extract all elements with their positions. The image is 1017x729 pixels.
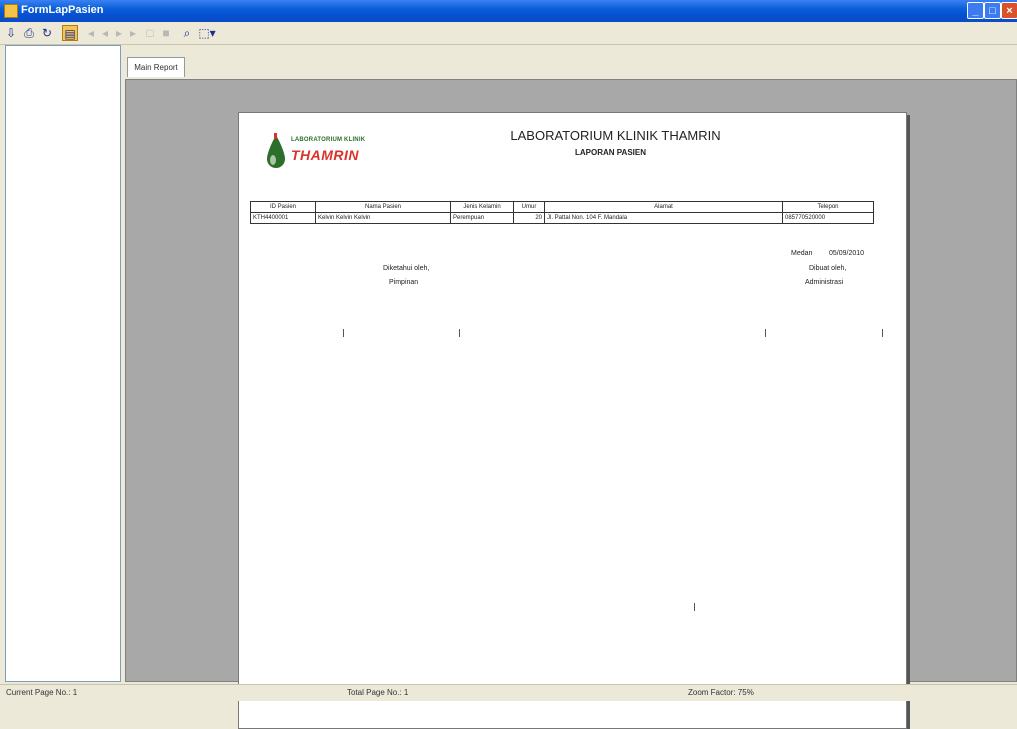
last-page-icon[interactable]: ▸ [128, 25, 138, 41]
signature-mark [765, 329, 766, 337]
maximize-button[interactable]: □ [984, 2, 1001, 19]
toggle-tree-icon[interactable]: ▤ [62, 25, 78, 41]
tab-strip: Main Report [123, 57, 1017, 79]
cell-id: KTH4400001 [250, 212, 316, 224]
export-icon[interactable]: ⇩ [4, 25, 18, 41]
prev-page-icon[interactable]: ◂ [100, 25, 110, 41]
report-date: 05/09/2010 [829, 250, 865, 257]
place-label: Medan [791, 250, 813, 257]
first-page-icon[interactable]: ◂ [86, 25, 96, 41]
close-button[interactable]: × [1001, 2, 1017, 19]
col-alamat: Alamat [544, 201, 783, 213]
print-icon[interactable]: ⎙ [22, 25, 36, 41]
next-page-icon[interactable]: ▸ [114, 25, 124, 41]
right-signature-line2: Administrasi [805, 279, 844, 286]
cell-umur: 20 [513, 212, 545, 224]
group-tree-panel[interactable] [5, 45, 121, 682]
refresh-icon[interactable]: ↻ [40, 25, 54, 41]
stop-icon[interactable]: ■ [160, 25, 172, 41]
col-jk: Jenis Kelamin [450, 201, 514, 213]
report-subtitle: LAPORAN PASIEN [575, 148, 646, 157]
signature-mark [459, 329, 460, 337]
app-icon [4, 4, 18, 18]
report-title: LABORATORIUM KLINIK THAMRIN [510, 128, 721, 143]
minimize-button[interactable]: _ [967, 2, 984, 19]
report-toolbar: ⇩ ⎙ ↻ ▤ ◂ ◂ ▸ ▸ □ ■ ⌕ ⬚▾ [0, 22, 1017, 45]
cell-alamat: Jl. Pattal Non. 104 F. Mandala [544, 212, 783, 224]
title-bar: FormLapPasien _ □ × [0, 0, 1017, 22]
left-signature-line2: Pimpinan [389, 279, 419, 286]
signature-mark [343, 329, 344, 337]
table-row: KTH4400001 Kelvin Kelvin Kelvin Perempua… [250, 212, 874, 224]
zoom-icon[interactable]: ⬚▾ [198, 25, 216, 41]
current-page-status: Current Page No.: 1 [6, 688, 78, 697]
zoom-status: Zoom Factor: 75% [688, 688, 754, 697]
search-icon[interactable]: ⌕ [180, 25, 194, 41]
cell-telepon: 085770520000 [782, 212, 874, 224]
window-title: FormLapPasien [21, 4, 104, 16]
col-telepon: Telepon [782, 201, 874, 213]
status-bar: Current Page No.: 1 Total Page No.: 1 Zo… [0, 684, 1017, 701]
cell-jk: Perempuan [450, 212, 514, 224]
tab-main-report[interactable]: Main Report [127, 57, 185, 77]
signature-mark [882, 329, 883, 337]
col-nama: Nama Pasien [315, 201, 451, 213]
total-page-status: Total Page No.: 1 [347, 688, 409, 697]
table-header-row: ID Pasien Nama Pasien Jenis Kelamin Umur… [250, 201, 874, 213]
patient-table: ID Pasien Nama Pasien Jenis Kelamin Umur… [250, 201, 874, 224]
left-signature-line1: Diketahui oleh, [383, 265, 430, 272]
cell-nama: Kelvin Kelvin Kelvin [315, 212, 451, 224]
report-page: LABORATORIUM KLINIK THAMRIN LABORATORIUM… [238, 112, 907, 729]
col-umur: Umur [513, 201, 545, 213]
page-footer-mark [694, 603, 695, 611]
right-signature-line1: Dibuat oleh, [809, 265, 847, 272]
goto-page-icon[interactable]: □ [144, 25, 156, 41]
col-id: ID Pasien [250, 201, 316, 213]
